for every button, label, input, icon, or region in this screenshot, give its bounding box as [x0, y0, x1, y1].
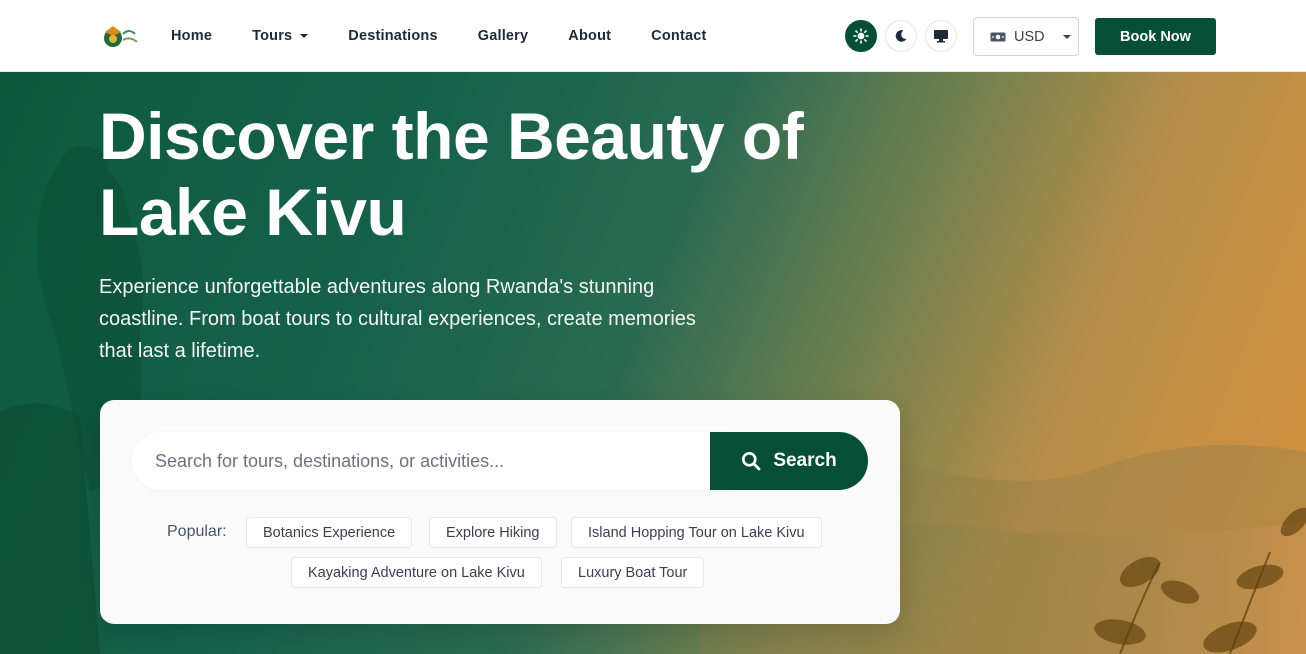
- search-button[interactable]: Search: [710, 432, 868, 490]
- popular-chip-label: Island Hopping Tour on Lake Kivu: [588, 524, 805, 541]
- dark-theme-button[interactable]: [885, 20, 917, 52]
- popular-chip-label: Explore Hiking: [446, 524, 540, 541]
- nav-contact-label: Contact: [651, 28, 707, 44]
- popular-chip[interactable]: Kayaking Adventure on Lake Kivu: [291, 557, 542, 588]
- popular-chip[interactable]: Botanics Experience: [246, 517, 413, 548]
- search-card: Search Popular: Botanics Experience Expl…: [100, 400, 900, 624]
- system-theme-button[interactable]: [925, 20, 957, 52]
- nav-home-label: Home: [171, 28, 213, 44]
- popular-chip[interactable]: Luxury Boat Tour: [561, 557, 705, 588]
- navbar: Home Tours Destinations Gallery About Co…: [0, 0, 1306, 72]
- hero-title: Discover the Beauty of Lake Kivu: [99, 99, 804, 249]
- sun-icon: [853, 28, 869, 44]
- money-icon: [990, 32, 1006, 41]
- light-theme-button[interactable]: [845, 20, 877, 52]
- popular-chip-label: Kayaking Adventure on Lake Kivu: [308, 564, 525, 581]
- moon-icon: [895, 30, 907, 42]
- chevron-down-icon: [1062, 34, 1071, 39]
- nav-links: Home Tours Destinations Gallery About Co…: [171, 0, 747, 72]
- currency-select[interactable]: USD: [973, 17, 1079, 56]
- logo-icon[interactable]: [101, 22, 139, 50]
- nav-tours[interactable]: Tours: [252, 28, 309, 44]
- nav-destinations[interactable]: Destinations: [348, 28, 437, 44]
- monitor-icon: [934, 30, 948, 43]
- nav-tours-label: Tours: [252, 28, 293, 44]
- chevron-down-icon: [300, 34, 309, 38]
- search-icon: [742, 452, 761, 471]
- search-input[interactable]: [132, 432, 732, 490]
- nav-about-label: About: [568, 28, 612, 44]
- popular-chip[interactable]: Island Hopping Tour on Lake Kivu: [571, 517, 822, 548]
- book-now-label: Book Now: [1120, 28, 1191, 45]
- nav-home[interactable]: Home: [171, 28, 212, 44]
- popular-chip[interactable]: Explore Hiking: [429, 517, 557, 548]
- nav-contact[interactable]: Contact: [651, 28, 706, 44]
- book-now-button[interactable]: Book Now: [1095, 18, 1216, 55]
- currency-value: USD: [1014, 28, 1045, 45]
- popular-chip-label: Botanics Experience: [263, 524, 396, 541]
- hero-subtitle: Experience unforgettable adventures alon…: [99, 276, 696, 362]
- hero-section: Discover the Beauty of Lake Kivu Experie…: [0, 72, 1306, 654]
- nav-destinations-label: Destinations: [348, 28, 438, 44]
- popular-label: Popular:: [167, 523, 227, 540]
- popular-chip-label: Luxury Boat Tour: [578, 564, 688, 581]
- nav-gallery-label: Gallery: [477, 28, 529, 44]
- nav-gallery[interactable]: Gallery: [478, 28, 529, 44]
- search-button-label: Search: [773, 450, 837, 471]
- nav-about[interactable]: About: [568, 28, 611, 44]
